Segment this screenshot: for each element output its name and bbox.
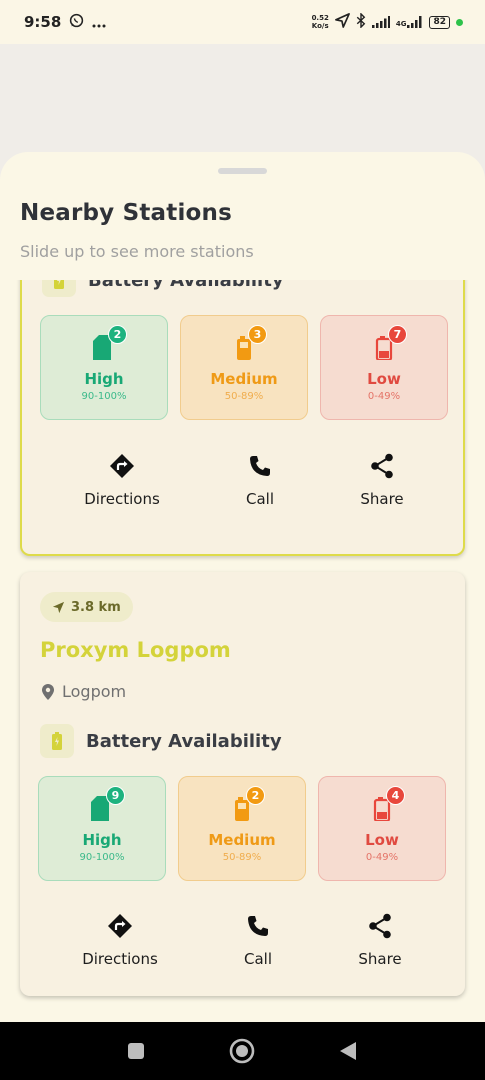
level-range: 90-100%: [79, 852, 125, 863]
availability-levels: 9 High 90-100% 2 Medium 50-89% 4 Low 0-4…: [38, 776, 446, 881]
share-button[interactable]: Share: [320, 912, 440, 968]
level-label: Low: [365, 831, 399, 849]
recents-button[interactable]: [116, 1022, 156, 1080]
nearby-stations-sheet[interactable]: Nearby Stations Slide up to see more sta…: [0, 152, 485, 1022]
phone-icon: [200, 452, 320, 480]
level-count-badge: 3: [248, 325, 267, 344]
level-count-badge: 4: [386, 786, 405, 805]
level-range: 0-49%: [367, 391, 401, 402]
level-medium-tile[interactable]: 3 Medium 50-89%: [180, 315, 308, 420]
level-label: Low: [367, 370, 401, 388]
battery-availability-title: Battery Availability: [88, 280, 284, 291]
level-range: 90-100%: [81, 391, 127, 402]
share-icon: [322, 452, 442, 480]
network-speed: 0.52 Ko/s: [311, 14, 329, 30]
call-button[interactable]: Call: [200, 452, 320, 508]
distance-value: 3.8 km: [71, 599, 121, 615]
directions-icon: [60, 912, 180, 940]
station-card[interactable]: 3.8 km Proxym Logpom Logpom Battery Avai…: [20, 572, 465, 996]
directions-icon: [62, 452, 182, 480]
station-actions: Directions Call Share: [22, 452, 467, 512]
level-range: 0-49%: [365, 852, 399, 863]
location-pin-icon: [42, 683, 54, 700]
station-name[interactable]: Proxym Logpom: [40, 638, 231, 662]
level-high-tile[interactable]: 9 High 90-100%: [38, 776, 166, 881]
battery-availability-header: Battery Availability: [40, 724, 282, 758]
whatsapp-icon: [69, 13, 84, 32]
battery-icon: 82: [429, 15, 450, 29]
level-medium-tile[interactable]: 2 Medium 50-89%: [178, 776, 306, 881]
back-triangle-icon: [340, 1042, 356, 1060]
share-label: Share: [358, 950, 402, 968]
battery-availability-title: Battery Availability: [86, 730, 282, 752]
drag-handle[interactable]: [218, 168, 267, 174]
phone-icon: [198, 912, 318, 940]
station-location: Logpom: [42, 682, 126, 701]
battery-icon: [40, 724, 74, 758]
home-circle-icon: [229, 1038, 255, 1064]
level-high-tile[interactable]: 2 High 90-100%: [40, 315, 168, 420]
navigation-arrow-icon: [52, 601, 65, 613]
signal-icon: [371, 13, 390, 32]
status-bar: 9:58 0.52 Ko/s 4G 82: [0, 0, 485, 44]
level-low-tile[interactable]: 7 Low 0-49%: [320, 315, 448, 420]
location-text: Logpom: [62, 682, 127, 701]
signal-4g-icon: 4G: [396, 16, 424, 28]
level-count-badge: 7: [388, 325, 407, 344]
share-button[interactable]: Share: [322, 452, 442, 508]
directions-label: Directions: [84, 490, 160, 508]
level-label: High: [84, 370, 124, 388]
bluetooth-icon: [356, 11, 366, 32]
level-label: High: [82, 831, 122, 849]
more-icon: [92, 13, 106, 32]
directions-button[interactable]: Directions: [62, 452, 182, 508]
system-navigation-bar: [0, 1022, 485, 1080]
availability-levels: 2 High 90-100% 3 Medium 50-89% 7 Low 0-4…: [40, 315, 448, 420]
level-low-tile[interactable]: 4 Low 0-49%: [318, 776, 446, 881]
level-count-badge: 2: [108, 325, 127, 344]
station-actions: Directions Call Share: [20, 912, 465, 972]
level-range: 50-89%: [222, 852, 262, 863]
level-range: 50-89%: [224, 391, 264, 402]
station-list[interactable]: Battery Availability 2 High 90-100% 3 Me…: [0, 280, 485, 1022]
level-label: Medium: [210, 370, 278, 388]
call-label: Call: [243, 950, 272, 968]
location-arrow-icon: [334, 12, 350, 32]
sheet-subtitle: Slide up to see more stations: [20, 242, 254, 261]
directions-button[interactable]: Directions: [60, 912, 180, 968]
privacy-indicator-dot: [456, 18, 463, 26]
share-label: Share: [360, 490, 404, 508]
level-count-badge: 2: [246, 786, 265, 805]
recents-square-icon: [128, 1043, 144, 1059]
battery-icon: [42, 280, 76, 297]
sheet-title: Nearby Stations: [20, 200, 232, 226]
directions-label: Directions: [82, 950, 158, 968]
call-label: Call: [245, 490, 274, 508]
share-icon: [320, 912, 440, 940]
battery-availability-header: Battery Availability: [42, 280, 284, 297]
level-count-badge: 9: [106, 786, 125, 805]
status-time: 9:58: [24, 13, 62, 31]
call-button[interactable]: Call: [198, 912, 318, 968]
back-button[interactable]: [328, 1022, 368, 1080]
station-card[interactable]: Battery Availability 2 High 90-100% 3 Me…: [20, 280, 465, 556]
distance-badge: 3.8 km: [40, 592, 133, 622]
home-button[interactable]: [222, 1022, 262, 1080]
level-label: Medium: [208, 831, 276, 849]
